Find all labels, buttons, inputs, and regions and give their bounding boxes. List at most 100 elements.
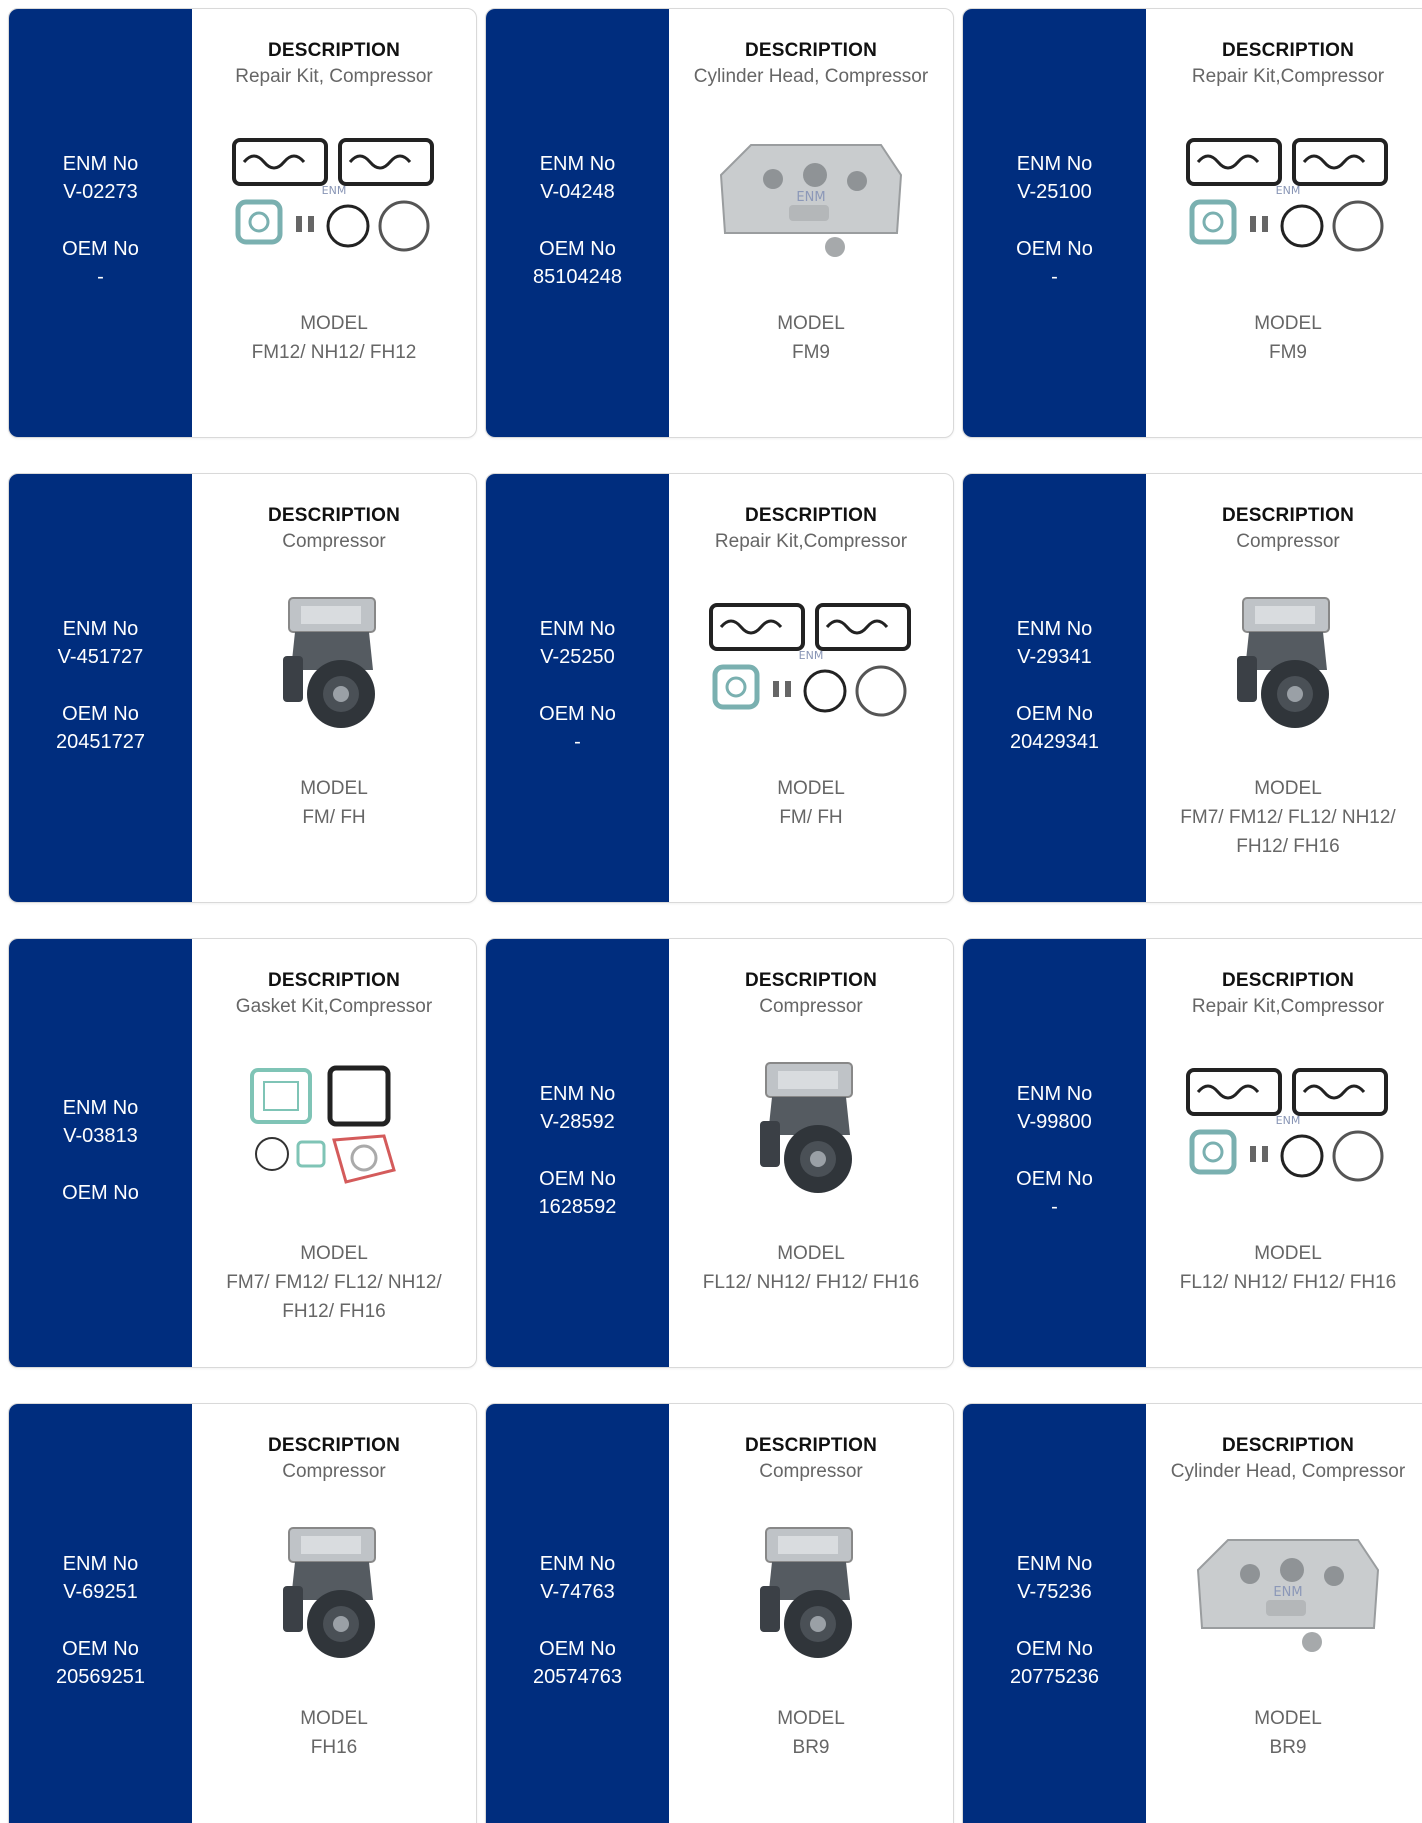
product-card[interactable]: ENM No V-451727 OEM No 20451727 DESCRIPT… — [8, 473, 477, 903]
oem-number: 20569251 — [56, 1666, 145, 1688]
product-card[interactable]: ENM No V-04248 OEM No 85104248 DESCRIPTI… — [485, 8, 954, 438]
product-card[interactable]: ENM No V-29341 OEM No 20429341 DESCRIPTI… — [962, 473, 1422, 903]
repair-kit-image[interactable]: ENM — [1158, 90, 1418, 310]
product-card[interactable]: ENM No V-25100 OEM No - DESCRIPTION Repa… — [962, 8, 1422, 438]
product-info: DESCRIPTION Compressor MODEL FM/ FH — [192, 474, 476, 902]
product-info: DESCRIPTION Repair Kit,Compressor ENM MO… — [1146, 9, 1422, 437]
enm-number: V-74763 — [540, 1581, 615, 1603]
enm-label: ENM No — [539, 1082, 616, 1105]
product-id-panel: ENM No V-25100 OEM No - — [963, 9, 1146, 437]
model-text: FM7/ FM12/ FL12/ NH12/ FH12/ FH16 — [226, 1272, 442, 1322]
product-info: DESCRIPTION Repair Kit,Compressor ENM MO… — [1146, 939, 1422, 1367]
enm-number: V-28592 — [540, 1110, 615, 1133]
description-heading: DESCRIPTION — [267, 970, 401, 991]
model-heading: MODEL — [300, 778, 368, 799]
product-card[interactable]: ENM No V-03813 OEM No DESCRIPTION Gasket… — [8, 938, 477, 1368]
product-info: DESCRIPTION Compressor MODEL FL12/ NH12/… — [669, 939, 953, 1367]
product-info: DESCRIPTION Cylinder Head, Compressor EN… — [669, 9, 953, 437]
repair-kit-image[interactable]: ENM — [204, 90, 464, 310]
repair-kit-image[interactable]: ENM — [1158, 1020, 1418, 1240]
oem-label: OEM No — [1016, 702, 1093, 725]
oem-number: 20429341 — [1010, 730, 1099, 753]
description-heading: DESCRIPTION — [744, 1435, 878, 1456]
oem-number: - — [574, 730, 581, 753]
enm-number: V-25250 — [540, 645, 615, 668]
svg-text:ENM: ENM — [796, 190, 825, 205]
cylinder-head-image[interactable]: ENM — [681, 90, 941, 310]
product-card[interactable]: ENM No V-25250 OEM No - DESCRIPTION Repa… — [485, 473, 954, 903]
model-text: FM12/ NH12/ FH12 — [251, 342, 417, 363]
oem-label: OEM No — [1016, 1167, 1093, 1190]
compressor-image[interactable] — [681, 1020, 941, 1240]
compressor-image[interactable] — [1158, 555, 1418, 775]
oem-number: 20574763 — [533, 1666, 622, 1688]
description-text: Cylinder Head, Compressor — [693, 66, 929, 87]
product-id-panel: ENM No V-03813 OEM No — [9, 939, 192, 1367]
model-text: FH16 — [310, 1737, 358, 1758]
cylinder-head-image[interactable]: ENM — [1158, 1485, 1418, 1705]
product-info: DESCRIPTION Cylinder Head, Compressor EN… — [1146, 1404, 1422, 1823]
compressor-image[interactable] — [204, 1485, 464, 1705]
model-heading: MODEL — [300, 1708, 368, 1729]
description-heading: DESCRIPTION — [744, 505, 878, 526]
compressor-image[interactable] — [681, 1485, 941, 1705]
enm-number: V-451727 — [57, 645, 144, 668]
oem-label: OEM No — [539, 702, 616, 725]
repair-kit-image[interactable]: ENM — [681, 555, 941, 775]
oem-number: 85104248 — [533, 265, 622, 288]
enm-number: V-02273 — [63, 180, 138, 203]
enm-label: ENM No — [62, 1553, 139, 1575]
oem-number: 20451727 — [56, 730, 145, 753]
oem-label: OEM No — [62, 1638, 139, 1660]
oem-label: OEM No — [539, 1638, 616, 1660]
model-heading: MODEL — [300, 313, 368, 334]
oem-label: OEM No — [539, 1167, 616, 1190]
model-heading: MODEL — [777, 1243, 845, 1264]
product-id-panel: ENM No V-29341 OEM No 20429341 — [963, 474, 1146, 902]
description-text: Repair Kit,Compressor — [1191, 66, 1385, 87]
enm-number: V-04248 — [540, 180, 615, 203]
enm-label: ENM No — [539, 1553, 616, 1575]
description-heading: DESCRIPTION — [1221, 1435, 1355, 1456]
product-grid: ENM No V-02273 OEM No - DESCRIPTION Repa… — [8, 8, 1422, 1823]
oem-number: 1628592 — [538, 1195, 617, 1218]
product-info: DESCRIPTION Compressor MODEL BR9 — [669, 1404, 953, 1823]
description-text: Gasket Kit,Compressor — [235, 996, 433, 1017]
gasket-kit-image[interactable] — [204, 1020, 464, 1240]
product-info: DESCRIPTION Gasket Kit,Compressor MODEL … — [192, 939, 476, 1367]
description-heading: DESCRIPTION — [267, 505, 401, 526]
oem-number: - — [1051, 265, 1058, 288]
description-heading: DESCRIPTION — [1221, 970, 1355, 991]
description-text: Compressor — [759, 1461, 863, 1482]
product-card[interactable]: ENM No V-69251 OEM No 20569251 DESCRIPTI… — [8, 1403, 477, 1823]
product-info: DESCRIPTION Repair Kit, Compressor ENM M… — [192, 9, 476, 437]
oem-number: 20775236 — [1010, 1666, 1099, 1688]
description-text: Compressor — [282, 531, 386, 552]
enm-number: V-03813 — [63, 1124, 138, 1147]
product-card[interactable]: ENM No V-75236 OEM No 20775236 DESCRIPTI… — [962, 1403, 1422, 1823]
compressor-image[interactable] — [204, 555, 464, 775]
description-text: Compressor — [282, 1461, 386, 1482]
product-card[interactable]: ENM No V-02273 OEM No - DESCRIPTION Repa… — [8, 8, 477, 438]
model-heading: MODEL — [777, 313, 845, 334]
enm-number: V-99800 — [1017, 1110, 1092, 1133]
description-heading: DESCRIPTION — [744, 970, 878, 991]
enm-label: ENM No — [62, 1096, 139, 1119]
product-card[interactable]: ENM No V-74763 OEM No 20574763 DESCRIPTI… — [485, 1403, 954, 1823]
product-id-panel: ENM No V-28592 OEM No 1628592 — [486, 939, 669, 1367]
product-id-panel: ENM No V-02273 OEM No - — [9, 9, 192, 437]
description-text: Compressor — [759, 996, 863, 1017]
svg-text:ENM: ENM — [1276, 1114, 1301, 1127]
enm-label: ENM No — [1016, 617, 1093, 640]
description-text: Cylinder Head, Compressor — [1170, 1461, 1406, 1482]
model-text: FM9 — [792, 342, 830, 363]
product-id-panel: ENM No V-04248 OEM No 85104248 — [486, 9, 669, 437]
model-heading: MODEL — [777, 778, 845, 799]
model-text: BR9 — [1269, 1737, 1307, 1758]
product-card[interactable]: ENM No V-28592 OEM No 1628592 DESCRIPTIO… — [485, 938, 954, 1368]
description-heading: DESCRIPTION — [267, 40, 401, 61]
product-card[interactable]: ENM No V-99800 OEM No - DESCRIPTION Repa… — [962, 938, 1422, 1368]
enm-label: ENM No — [539, 152, 616, 175]
model-text: FL12/ NH12/ FH12/ FH16 — [1179, 1272, 1397, 1293]
model-heading: MODEL — [1254, 778, 1322, 799]
